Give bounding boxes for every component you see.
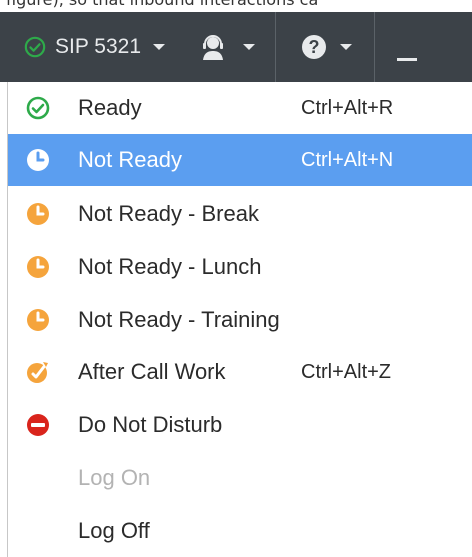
chevron-down-icon [340, 44, 353, 50]
not-ready-clock-icon [27, 203, 49, 225]
menu-item-label: Not Ready - Training [78, 307, 280, 332]
agent-menu-button[interactable] [179, 12, 275, 82]
menu-item-label: After Call Work [78, 359, 226, 384]
background-text-line: figure), so that inbound interactions ca [6, 0, 472, 8]
minimize-icon [397, 58, 418, 61]
menu-item-label: Not Ready [78, 147, 182, 172]
do-not-disturb-icon [27, 414, 49, 436]
help-menu-button[interactable]: ? [276, 12, 374, 82]
menu-item-label: Log Off [78, 518, 150, 543]
headset-agent-icon [203, 35, 224, 60]
menu-item-log-on[interactable]: Log On [8, 452, 472, 504]
not-ready-clock-icon [27, 256, 49, 278]
menu-item-shortcut: Ctrl+Alt+N [301, 148, 394, 171]
not-ready-clock-icon [27, 309, 49, 331]
menu-item-after-call-work[interactable]: After Call Work Ctrl+Alt+Z [8, 346, 472, 398]
agent-status-dropdown[interactable]: SIP 5321 [0, 12, 179, 82]
menu-item-label: Ready [78, 95, 142, 120]
menu-item-label: Do Not Disturb [78, 412, 223, 437]
menu-item-label: Not Ready - Break [78, 201, 259, 226]
menu-item-not-ready[interactable]: Not Ready Ctrl+Alt+N [8, 134, 472, 186]
menu-item-shortcut: Ctrl+Alt+R [301, 96, 394, 119]
menu-item-label: Log On [78, 465, 151, 490]
ready-check-icon [26, 96, 50, 120]
background-text: figure), so that inbound interactions ca [0, 0, 472, 10]
menu-item-do-not-disturb[interactable]: Do Not Disturb [8, 399, 472, 451]
after-call-work-icon [27, 362, 48, 383]
menu-item-not-ready-break[interactable]: Not Ready - Break [8, 188, 472, 240]
ready-status-icon [24, 36, 46, 58]
menu-item-label: Not Ready - Lunch [78, 254, 262, 279]
status-menu: Ready Ctrl+Alt+R Not Ready Ctrl+Alt+N No… [7, 82, 472, 557]
menu-item-log-off[interactable]: Log Off [8, 505, 472, 557]
menu-item-not-ready-training[interactable]: Not Ready - Training [8, 294, 472, 346]
chevron-down-icon [243, 44, 256, 50]
chevron-down-icon [153, 44, 166, 50]
menu-item-shortcut: Ctrl+Alt+Z [301, 360, 392, 383]
agent-toolbar: SIP 5321 ? [0, 12, 472, 82]
not-ready-clock-icon [27, 149, 49, 171]
status-channel-label: SIP 5321 [55, 35, 142, 58]
minimize-button[interactable] [375, 12, 472, 82]
menu-item-not-ready-lunch[interactable]: Not Ready - Lunch [8, 241, 472, 293]
help-icon: ? [302, 35, 327, 59]
menu-item-ready[interactable]: Ready Ctrl+Alt+R [8, 82, 472, 134]
